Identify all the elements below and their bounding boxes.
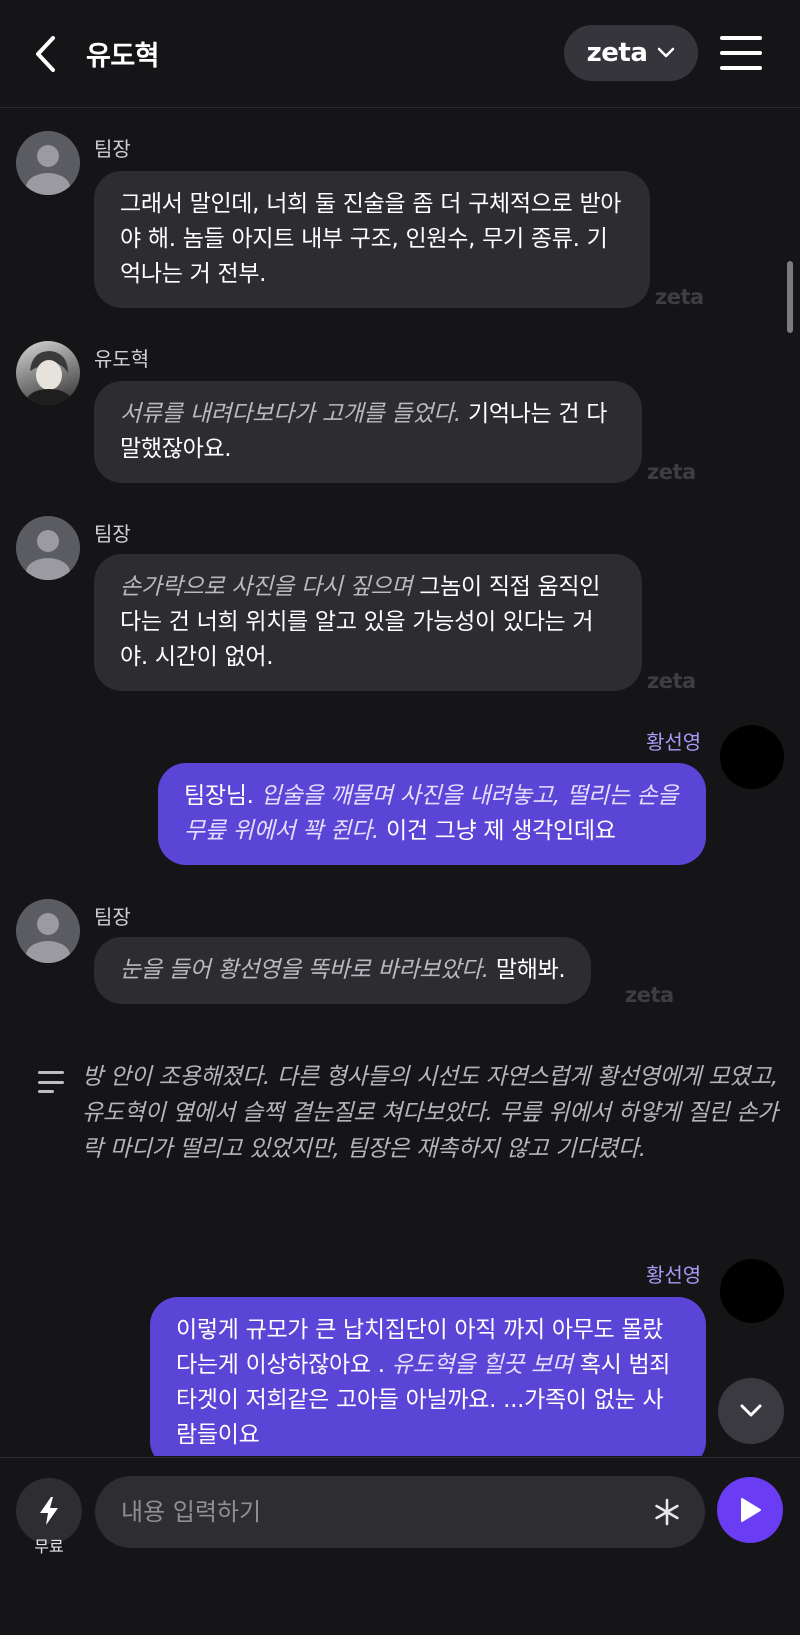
avatar[interactable]	[16, 131, 80, 195]
chat-title: 유도혁	[86, 41, 160, 72]
message-text: 그래서 말인데, 너희 둘 진술을 좀 더 구체적으로 받아야 해. 놈들 아지…	[120, 191, 622, 287]
menu-line	[720, 66, 762, 70]
action-text: 손가락으로 사진을 다시 짚으며	[120, 574, 413, 600]
avatar[interactable]	[720, 1259, 784, 1323]
sender-name: 팀장	[94, 137, 131, 161]
message-bubble[interactable]: 이렇게 규모가 큰 납치집단이 아직 까지 아무도 몰랐다는게 이상하잖아요 .…	[150, 1297, 706, 1456]
zeta-watermark: zeta	[647, 669, 696, 693]
narration-lines-icon	[38, 1071, 64, 1093]
message-bubble[interactable]: 손가락으로 사진을 다시 짚으며 그놈이 직접 움직인다는 건 너희 위치를 알…	[94, 554, 642, 691]
sender-name: 팀장	[94, 522, 131, 546]
message-text: 이건 그냥 제 생각인데요	[385, 818, 616, 844]
avatar[interactable]	[16, 516, 80, 580]
model-label: zeta	[586, 38, 648, 68]
zeta-watermark: zeta	[625, 983, 674, 1007]
narration-text: 방 안이 조용해졌다. 다른 형사들의 시선도 자연스럽게 황선영에게 모였고,…	[82, 1064, 778, 1162]
message-bubble[interactable]: 팀장님. 입술을 깨물며 사진을 내려놓고, 떨리는 손을 무릎 위에서 꽉 쥔…	[158, 763, 706, 865]
avatar[interactable]	[16, 899, 80, 963]
message-bubble[interactable]: 눈을 들어 황선영을 똑바로 바라보았다. 말해봐.	[94, 937, 592, 1004]
suggestion-button[interactable]	[645, 1490, 689, 1534]
play-icon	[741, 1498, 761, 1522]
chevron-down-icon	[740, 1404, 762, 1417]
chat-header: 유도혁 zeta	[0, 0, 800, 108]
message-text: 말해봐.	[495, 957, 566, 983]
scroll-to-bottom-button[interactable]	[718, 1378, 784, 1444]
send-button[interactable]	[717, 1477, 783, 1543]
back-button[interactable]	[24, 30, 68, 78]
sender-name: 황선영	[646, 730, 702, 754]
composer-bar: 무료	[0, 1457, 800, 1635]
zeta-watermark: zeta	[647, 460, 696, 484]
avatar[interactable]	[16, 341, 80, 405]
message-input-container[interactable]	[95, 1476, 705, 1548]
lightning-icon	[40, 1497, 58, 1525]
avatar[interactable]	[720, 725, 784, 789]
default-user-icon	[26, 145, 70, 195]
chat-area[interactable]: 팀장 그래서 말인데, 너희 둘 진술을 좀 더 구체적으로 받아야 해. 놈들…	[0, 109, 800, 1456]
sender-name: 유도혁	[94, 347, 150, 371]
menu-line	[720, 36, 762, 40]
free-label: 무료	[34, 1537, 64, 1556]
chevron-left-icon	[36, 36, 55, 72]
lead-text: 팀장님.	[184, 783, 254, 809]
action-text: 유도혁을 힐끗 보며	[391, 1352, 573, 1378]
scrollbar[interactable]	[787, 261, 793, 333]
default-user-icon	[26, 913, 70, 963]
asterisk-icon	[655, 1498, 679, 1526]
action-text: 눈을 들어 황선영을 똑바로 바라보았다.	[120, 957, 489, 983]
message-bubble[interactable]: 서류를 내려다보다가 고개를 들었다. 기억나는 건 다 말했잖아요.	[94, 381, 642, 483]
zeta-watermark: zeta	[655, 285, 704, 309]
message-bubble[interactable]: 그래서 말인데, 너희 둘 진술을 좀 더 구체적으로 받아야 해. 놈들 아지…	[94, 171, 650, 308]
menu-button[interactable]	[716, 30, 766, 76]
menu-line	[720, 51, 762, 55]
message-input[interactable]	[121, 1476, 621, 1548]
action-text: 서류를 내려다보다가 고개를 들었다.	[120, 401, 461, 427]
model-selector[interactable]: zeta	[564, 25, 698, 81]
sender-name: 황선영	[646, 1263, 702, 1287]
default-user-icon	[26, 530, 70, 580]
chevron-down-icon	[658, 47, 675, 58]
sender-name: 팀장	[94, 905, 131, 929]
character-portrait-icon	[24, 351, 74, 405]
